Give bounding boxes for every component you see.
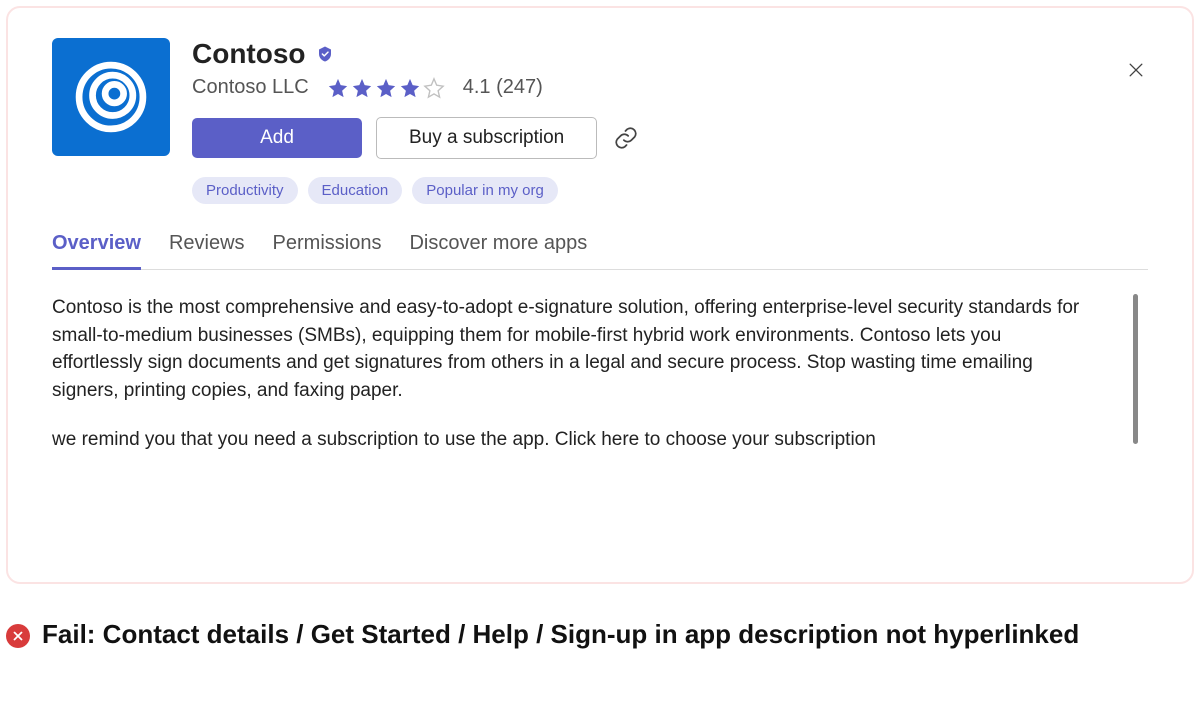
description-paragraph-1: Contoso is the most comprehensive and ea… <box>52 294 1088 404</box>
description-area: Contoso is the most comprehensive and ea… <box>52 294 1148 454</box>
close-button[interactable] <box>1126 60 1146 80</box>
tag-popular[interactable]: Popular in my org <box>412 177 558 204</box>
tag-productivity[interactable]: Productivity <box>192 177 298 204</box>
fail-text: Fail: Contact details / Get Started / He… <box>42 618 1079 651</box>
close-icon <box>1126 60 1146 80</box>
star-icon <box>399 77 421 99</box>
title-row: Contoso <box>192 38 1148 70</box>
app-meta: Contoso Contoso LLC 4.1 (247) Add Bu <box>192 38 1148 204</box>
header-row: Contoso Contoso LLC 4.1 (247) Add Bu <box>52 38 1148 204</box>
tab-reviews[interactable]: Reviews <box>169 232 245 269</box>
link-icon <box>613 125 639 151</box>
spiral-icon <box>69 55 153 139</box>
tab-discover[interactable]: Discover more apps <box>409 232 587 269</box>
app-title: Contoso <box>192 38 306 70</box>
app-details-card: Contoso Contoso LLC 4.1 (247) Add Bu <box>6 6 1194 584</box>
tabs: Overview Reviews Permissions Discover mo… <box>52 232 1148 270</box>
add-button[interactable]: Add <box>192 118 362 158</box>
star-icon <box>423 77 445 99</box>
app-logo <box>52 38 170 156</box>
star-icon <box>327 77 349 99</box>
verified-icon <box>316 45 334 63</box>
tag-education[interactable]: Education <box>308 177 403 204</box>
tags-row: Productivity Education Popular in my org <box>192 177 1148 204</box>
publisher-row: Contoso LLC 4.1 (247) <box>192 76 1148 99</box>
fail-banner: Fail: Contact details / Get Started / He… <box>6 618 1194 651</box>
rating-text: 4.1 (247) <box>463 76 543 99</box>
tab-overview[interactable]: Overview <box>52 232 141 270</box>
fail-icon <box>6 624 30 648</box>
rating-stars <box>327 77 445 99</box>
copy-link-button[interactable] <box>611 123 641 153</box>
scrollbar-thumb[interactable] <box>1133 294 1138 444</box>
star-icon <box>375 77 397 99</box>
x-icon <box>11 629 25 643</box>
star-icon <box>351 77 373 99</box>
publisher-name: Contoso LLC <box>192 76 309 99</box>
description-paragraph-2: we remind you that you need a subscripti… <box>52 426 1088 454</box>
buy-subscription-button[interactable]: Buy a subscription <box>376 117 597 159</box>
tab-permissions[interactable]: Permissions <box>273 232 382 269</box>
action-row: Add Buy a subscription <box>192 117 1148 159</box>
